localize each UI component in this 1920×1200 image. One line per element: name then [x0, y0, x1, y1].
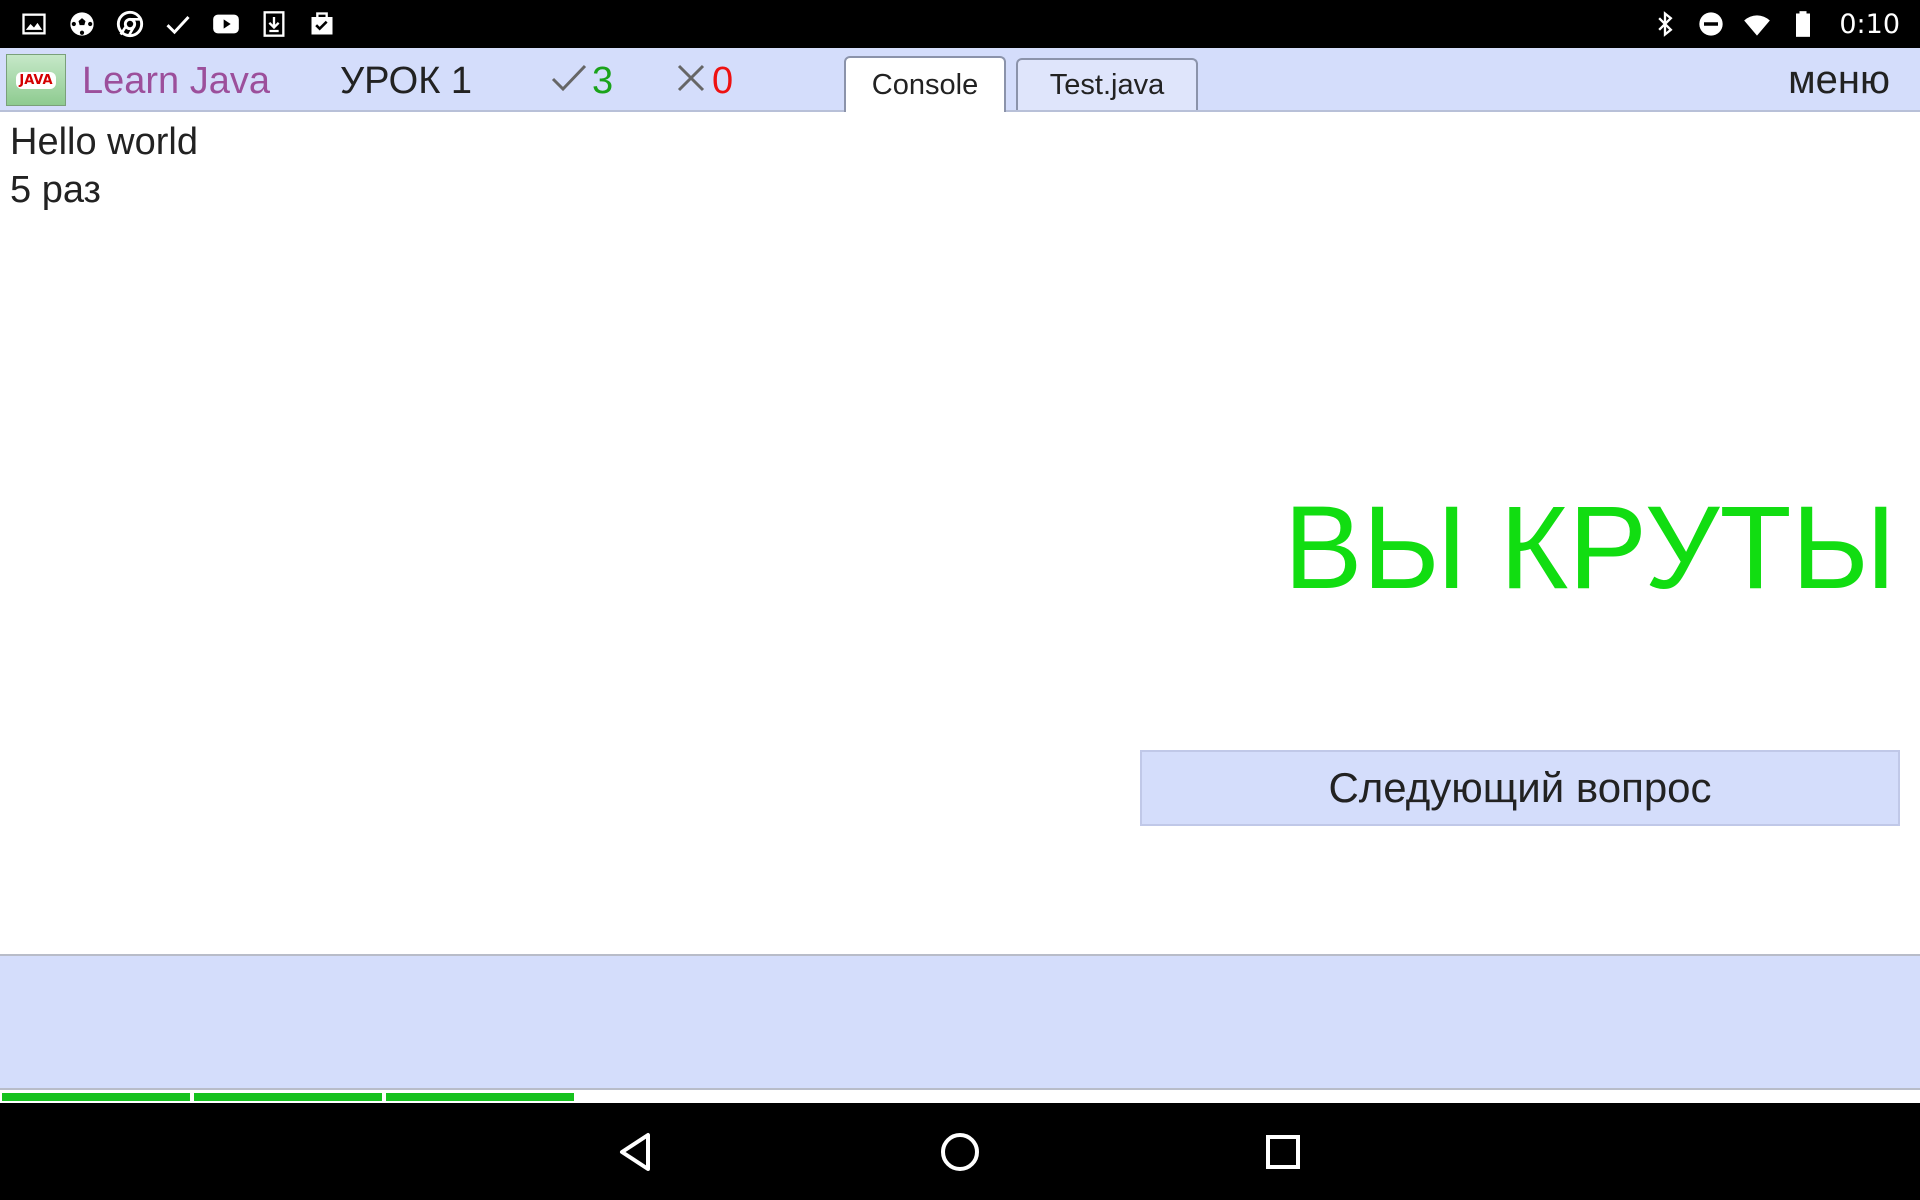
checkmark-icon: [550, 60, 588, 103]
check-icon: [164, 10, 192, 38]
back-icon[interactable]: [612, 1127, 662, 1177]
result-message: ВЫ КРУТЫ: [1283, 482, 1896, 614]
wrong-count: 0: [712, 60, 734, 102]
status-bar: 0:10: [0, 0, 1920, 48]
navigation-bar: [0, 1103, 1920, 1200]
do-not-disturb-icon: [1697, 10, 1725, 38]
download-icon: [260, 10, 288, 38]
recents-icon[interactable]: [1258, 1127, 1308, 1177]
home-icon[interactable]: [935, 1127, 985, 1177]
next-question-button[interactable]: Следующий вопрос: [1140, 750, 1900, 826]
correct-counter: 3: [550, 60, 613, 103]
soccer-ball-icon: [68, 10, 96, 38]
console-line: 5 раз: [10, 169, 101, 211]
menu-button[interactable]: меню: [1788, 58, 1890, 103]
wifi-icon: [1743, 10, 1771, 38]
progress-segment: [386, 1093, 574, 1101]
system-status: 0:10: [1651, 0, 1900, 48]
clipboard-check-icon: [308, 10, 336, 38]
app-title: Learn Java: [82, 60, 271, 102]
cross-icon: [676, 60, 706, 103]
tab-test-java[interactable]: Test.java: [1016, 58, 1198, 110]
bluetooth-icon: [1651, 10, 1679, 38]
notification-icons: [20, 0, 336, 48]
bottom-panel: [0, 954, 1920, 1090]
image-icon: [20, 10, 48, 38]
wrong-counter: 0: [676, 60, 733, 103]
java-logo[interactable]: JAVA: [6, 54, 66, 106]
correct-count: 3: [592, 60, 614, 102]
youtube-icon: [212, 10, 240, 38]
lesson-label: УРОК 1: [340, 60, 473, 102]
logo-text: JAVA: [16, 71, 56, 89]
tab-console[interactable]: Console: [844, 56, 1006, 112]
progress-bar: [0, 1093, 1920, 1103]
clock: 0:10: [1839, 8, 1900, 40]
progress-segment: [194, 1093, 382, 1101]
chrome-icon: [116, 10, 144, 38]
progress-segment: [2, 1093, 190, 1101]
app-header: JAVA Learn Java УРОК 1 3 0 Console Test.…: [0, 48, 1920, 112]
console-line: Hello world: [10, 121, 198, 163]
battery-icon: [1789, 10, 1817, 38]
console-output: Hello world 5 раз: [10, 118, 198, 214]
